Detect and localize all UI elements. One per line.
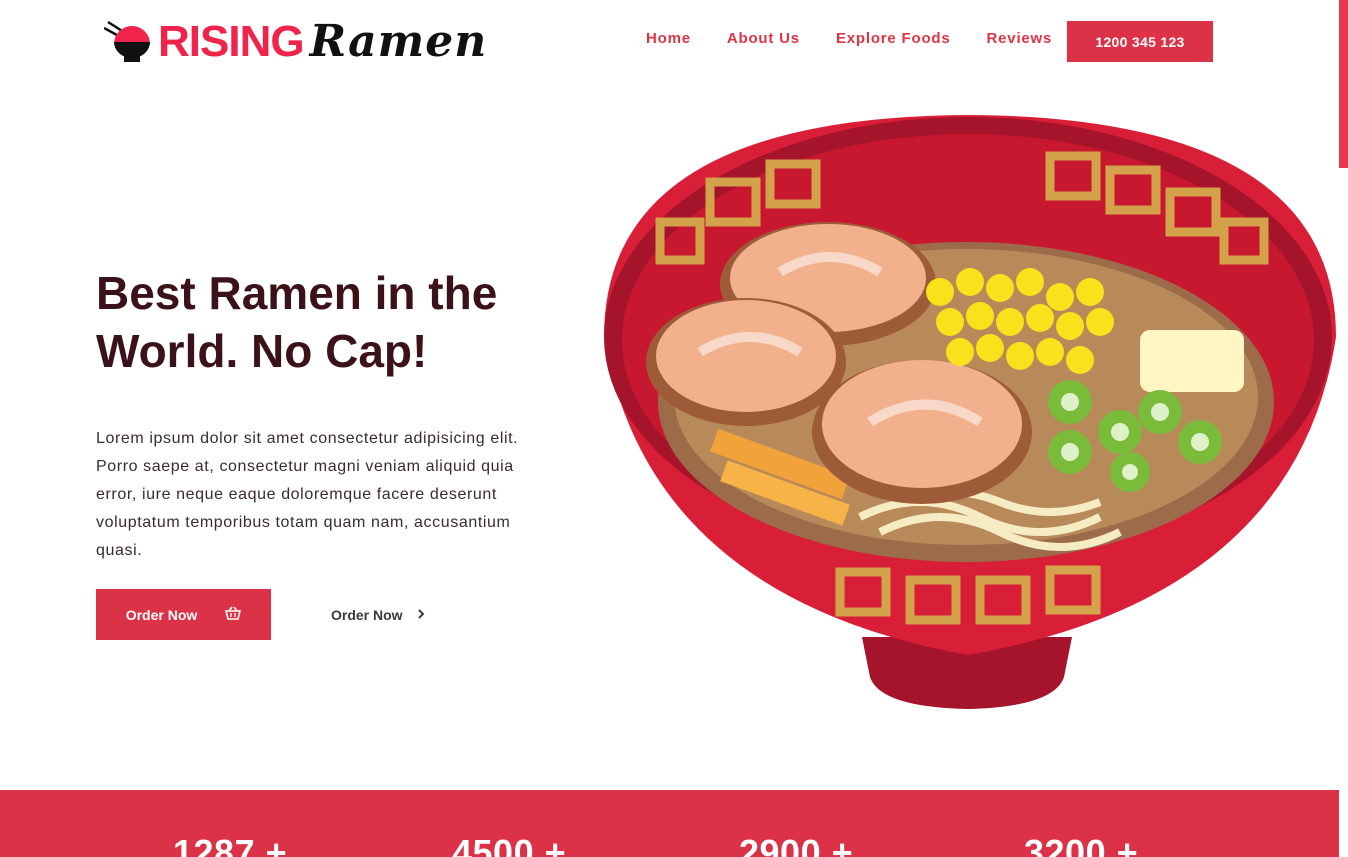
hero-description: Lorem ipsum dolor sit amet consectetur a…: [96, 430, 519, 559]
order-now-button[interactable]: Order Now: [96, 589, 271, 640]
nav-explore-foods[interactable]: Explore Foods: [836, 30, 951, 47]
nav-home[interactable]: Home: [646, 30, 691, 47]
nav-about-us[interactable]: About Us: [727, 30, 800, 47]
brand-logo[interactable]: RISING Ramen: [103, 14, 494, 70]
stats-band: 1287 + 4500 + 2900 + 3200 +: [0, 790, 1339, 857]
brand-ramen-text: Ramen: [309, 16, 488, 67]
stat-value: 4500 +: [452, 832, 567, 857]
phone-button[interactable]: 1200 345 123: [1067, 21, 1213, 62]
nav-reviews[interactable]: Reviews: [987, 30, 1053, 47]
stat-value: 2900 +: [739, 832, 854, 857]
main-nav: Home About Us Explore Foods Reviews: [646, 30, 1052, 47]
order-now-link[interactable]: Order Now: [331, 589, 425, 640]
chevron-right-icon: [417, 607, 425, 623]
order-now-label: Order Now: [125, 606, 198, 623]
brand-rising-text: RISING: [158, 17, 305, 66]
stat-value: 3200 +: [1024, 832, 1139, 857]
ramen-bowl-illustration: [600, 112, 1336, 712]
ramen-bowl-logo-icon: [103, 18, 156, 66]
hero-title: Best Ramen in the World. No Cap!: [96, 267, 498, 377]
scrollbar[interactable]: [1339, 0, 1348, 168]
stat-value: 1287 +: [173, 832, 288, 857]
basket-icon: [225, 606, 242, 623]
order-now-link-label: Order Now: [331, 606, 403, 623]
